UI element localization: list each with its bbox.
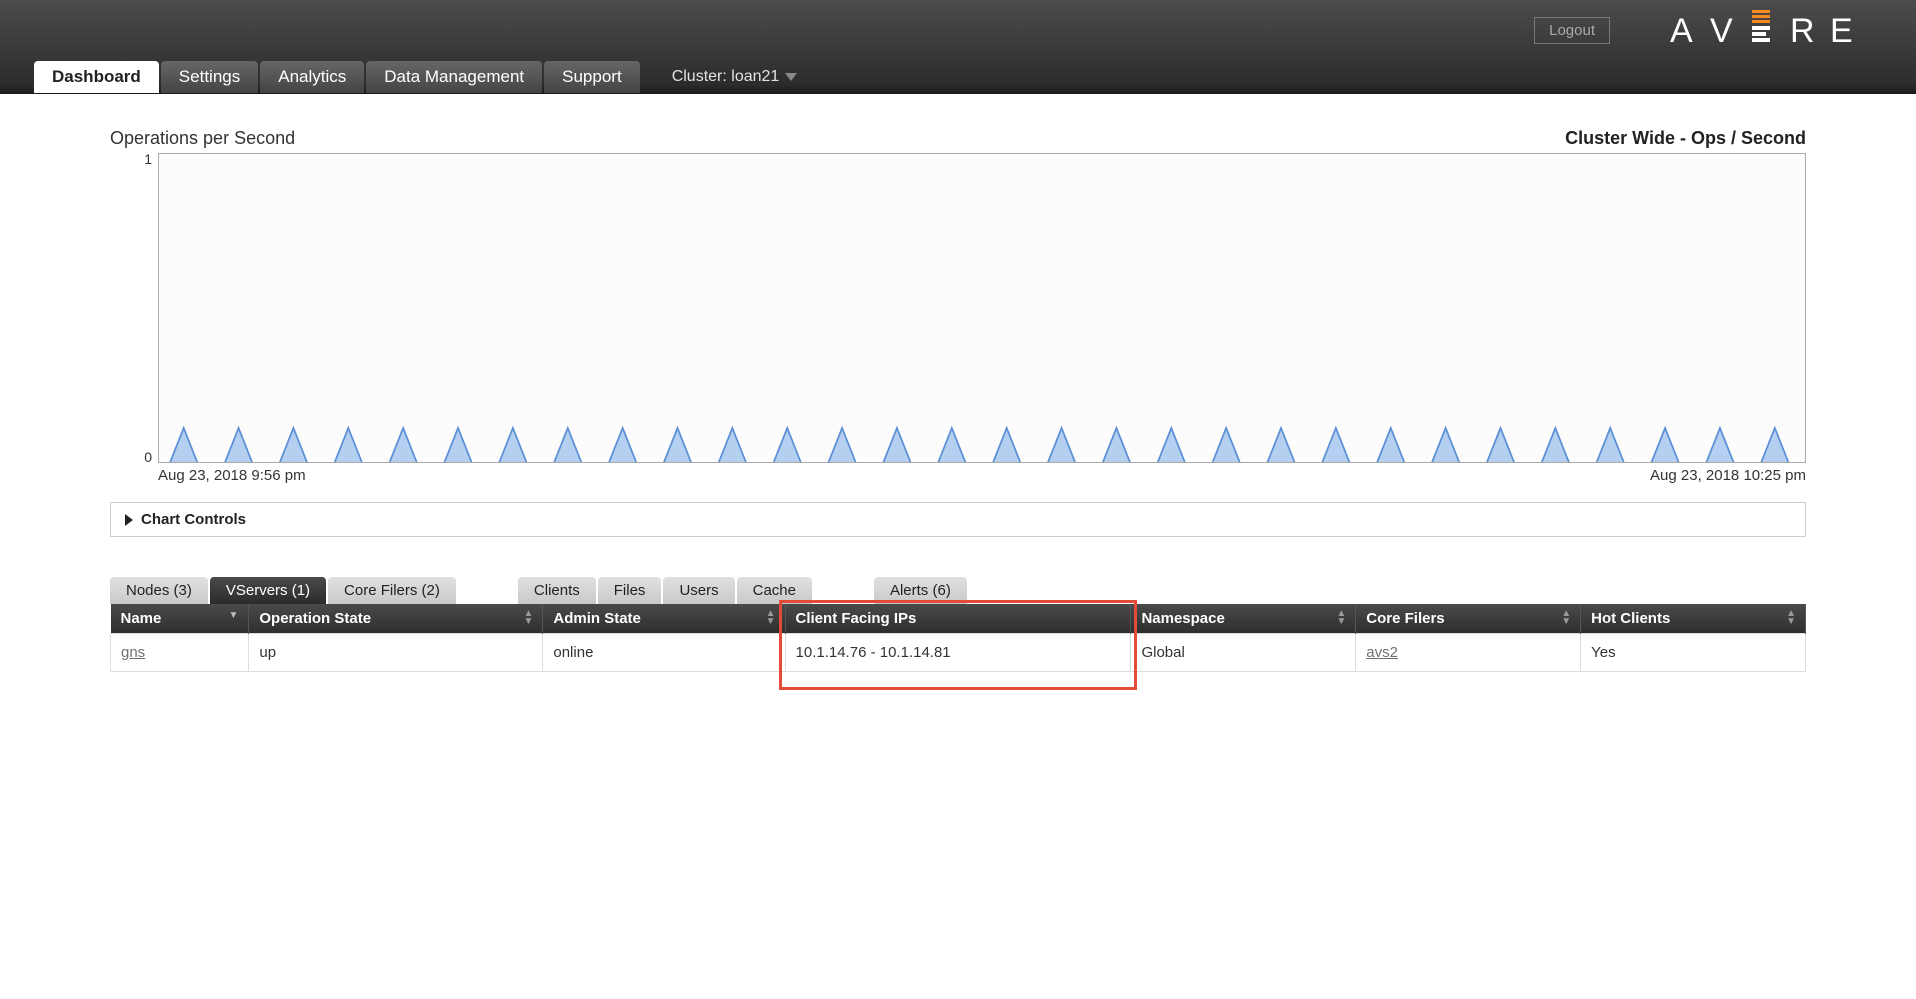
subtab-alerts[interactable]: Alerts (6) [874,577,967,604]
chart-title-right: Cluster Wide - Ops / Second [1565,128,1806,149]
table-row: gns up online 10.1.14.76 - 10.1.14.81 Gl… [111,634,1806,672]
sort-icon: ▲▼ [766,610,775,626]
y-tick-1: 1 [144,151,152,167]
cluster-selector[interactable]: Cluster: loan21 [672,68,798,86]
chart-y-axis: 1 0 [138,153,152,463]
svg-text:A: A [1670,12,1707,50]
svg-text:R: R [1790,12,1829,50]
content-area: Operations per Second Cluster Wide - Ops… [0,128,1916,672]
avere-logo: A V R E [1670,10,1876,50]
svg-text:V: V [1710,12,1747,50]
cluster-prefix: Cluster: [672,68,727,86]
x-end-label: Aug 23, 2018 10:25 pm [1650,467,1806,484]
cell-name: gns [111,634,249,672]
cluster-name: loan21 [731,68,779,86]
logout-button[interactable]: Logout [1534,17,1610,44]
svg-text:E: E [1830,12,1867,50]
tab-data-management[interactable]: Data Management [366,61,542,93]
chevron-down-icon [785,73,797,81]
chart-title-left: Operations per Second [110,128,295,149]
col-hot-clients[interactable]: Hot Clients▲▼ [1581,604,1806,634]
table-head: Name▼ Operation State▲▼ Admin State▲▼ Cl… [111,604,1806,634]
tab-dashboard[interactable]: Dashboard [34,61,159,93]
sort-icon: ▲▼ [1786,610,1795,626]
chart-header: Operations per Second Cluster Wide - Ops… [110,128,1806,149]
y-tick-0: 0 [144,449,152,465]
app-header: Logout A V R E [0,0,1916,94]
chart-plot-area [158,153,1806,463]
cell-client-ips: 10.1.14.76 - 10.1.14.81 [785,634,1131,672]
cell-admin-state: online [543,634,785,672]
subtab-nodes[interactable]: Nodes (3) [110,577,208,604]
chart-data-peaks [159,422,1805,462]
col-core-filers[interactable]: Core Filers▲▼ [1356,604,1581,634]
subtab-files[interactable]: Files [598,577,662,604]
main-tabbar: Dashboard Settings Analytics Data Manage… [34,60,797,94]
tab-analytics[interactable]: Analytics [260,61,364,93]
chart-controls-label: Chart Controls [141,511,246,528]
chart-x-axis: Aug 23, 2018 9:56 pm Aug 23, 2018 10:25 … [158,463,1806,484]
chart-container: 1 0 Aug 23, 2018 9:56 pm Aug 23, 2018 10… [110,153,1806,484]
cell-namespace: Global [1131,634,1356,672]
vservers-table-wrap: Name▼ Operation State▲▼ Admin State▲▼ Cl… [110,604,1806,672]
col-name[interactable]: Name▼ [111,604,249,634]
header-top-row: Logout A V R E [0,0,1916,60]
cell-core-filers: avs2 [1356,634,1581,672]
core-filer-link[interactable]: avs2 [1366,644,1398,661]
sort-icon: ▲▼ [1336,610,1345,626]
sort-icon: ▲▼ [523,610,532,626]
col-admin-state[interactable]: Admin State▲▼ [543,604,785,634]
x-start-label: Aug 23, 2018 9:56 pm [158,467,306,484]
subtab-core-filers[interactable]: Core Filers (2) [328,577,456,604]
col-client-ips[interactable]: Client Facing IPs [785,604,1131,634]
sort-desc-icon: ▼ [228,610,238,621]
chart-controls-toggle[interactable]: Chart Controls [110,502,1806,537]
cell-operation-state: up [249,634,543,672]
sub-tabbar: Nodes (3) VServers (1) Core Filers (2) C… [110,577,1806,604]
cell-hot-clients: Yes [1581,634,1806,672]
sort-icon: ▲▼ [1561,610,1570,626]
tab-support[interactable]: Support [544,61,640,93]
subtab-vservers[interactable]: VServers (1) [210,577,326,604]
col-namespace[interactable]: Namespace▲▼ [1131,604,1356,634]
subtab-users[interactable]: Users [663,577,734,604]
subtab-clients[interactable]: Clients [518,577,596,604]
vservers-table: Name▼ Operation State▲▼ Admin State▲▼ Cl… [110,604,1806,672]
tab-settings[interactable]: Settings [161,61,258,93]
table-body: gns up online 10.1.14.76 - 10.1.14.81 Gl… [111,634,1806,672]
col-operation-state[interactable]: Operation State▲▼ [249,604,543,634]
subtab-cache[interactable]: Cache [737,577,812,604]
caret-right-icon [125,514,133,526]
vserver-link[interactable]: gns [121,644,145,661]
